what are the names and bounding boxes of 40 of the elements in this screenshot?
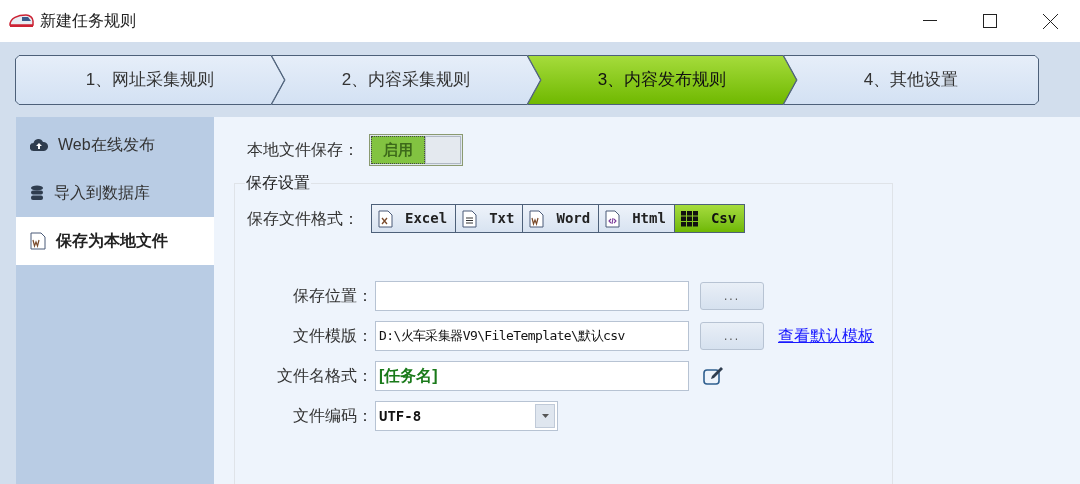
format-option[interactable]: Excel (372, 205, 456, 232)
step-tab[interactable]: 1、网址采集规则 (15, 55, 285, 105)
field-label: 文件名格式： (276, 366, 373, 386)
encoding-select[interactable]: UTF-8 (375, 401, 558, 431)
text-field[interactable]: D:\火车采集器V9\FileTemplate\默认csv (375, 321, 689, 351)
format-option[interactable]: Word (522, 205, 599, 232)
dropdown-arrow-icon (541, 414, 549, 418)
excel-file-icon (378, 209, 393, 228)
text-field[interactable]: [任务名] (375, 361, 689, 391)
browse-button[interactable]: ... (700, 282, 764, 310)
step-tab[interactable]: 2、内容采集规则 (271, 55, 541, 105)
step-tab[interactable]: 3、内容发布规则 (527, 55, 797, 105)
field-label: 文件模版： (292, 326, 373, 346)
browse-button[interactable]: ... (700, 322, 764, 350)
train-icon (8, 13, 34, 29)
window-title: 新建任务规则 (40, 11, 136, 31)
word-file-icon (529, 209, 545, 228)
step-tab[interactable]: 4、其他设置 (783, 55, 1039, 105)
database-icon (30, 185, 44, 201)
format-option[interactable]: Csv (673, 205, 745, 232)
view-default-template-link[interactable]: 查看默认模板 (778, 324, 874, 348)
format-option[interactable]: Txt (455, 205, 523, 232)
field-label: 保存位置： (292, 286, 373, 306)
word-file-icon (30, 232, 46, 250)
field-label: 本地文件保存： (246, 140, 359, 160)
cloud-upload-icon (30, 138, 48, 152)
sidebar-item[interactable]: 导入到数据库 (16, 169, 214, 217)
sidebar-item[interactable]: Web在线发布 (16, 121, 214, 169)
grid-icon (680, 210, 699, 227)
sidebar-item[interactable]: 保存为本地文件 (16, 217, 214, 265)
maximize-icon (983, 14, 997, 28)
text-field[interactable] (375, 281, 689, 311)
field-label: 文件编码： (292, 406, 373, 426)
edit-icon[interactable] (703, 366, 725, 386)
close-icon (1042, 13, 1058, 29)
code-file-icon (605, 209, 621, 228)
text-file-icon (462, 209, 478, 228)
minimize-icon (923, 20, 937, 22)
format-option[interactable]: Html (598, 205, 674, 232)
field-label: 保存文件格式： (247, 208, 359, 229)
